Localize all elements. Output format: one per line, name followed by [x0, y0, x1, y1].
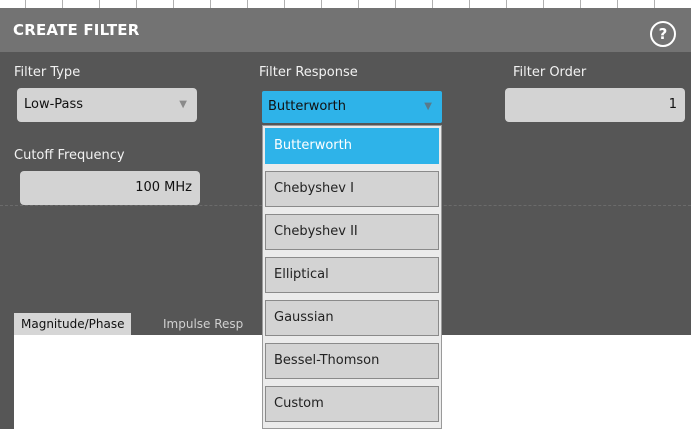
chevron-down-icon: ▼ [424, 101, 432, 112]
dialog-title: CREATE FILTER [13, 21, 140, 39]
option-gaussian[interactable]: Gaussian [265, 300, 439, 336]
option-chebyshev-ii[interactable]: Chebyshev II [265, 214, 439, 250]
tab-impulse-response[interactable]: Impulse Resp [163, 313, 243, 335]
top-ruler [0, 0, 691, 8]
cutoff-frequency-label: Cutoff Frequency [14, 148, 125, 163]
filter-order-input[interactable]: 1 [505, 88, 685, 122]
option-bessel-thomson[interactable]: Bessel-Thomson [265, 343, 439, 379]
help-icon[interactable]: ? [650, 21, 676, 47]
filter-response-select[interactable]: Butterworth ▼ [262, 91, 442, 123]
cutoff-frequency-input[interactable]: 100 MHz [20, 171, 200, 205]
filter-type-label: Filter Type [14, 65, 81, 80]
filter-response-label: Filter Response [259, 65, 358, 80]
tab-magnitude-phase[interactable]: Magnitude/Phase [14, 313, 132, 335]
title-bar: CREATE FILTER ? [0, 8, 691, 52]
option-butterworth[interactable]: Butterworth [265, 128, 439, 164]
option-custom[interactable]: Custom [265, 386, 439, 422]
filter-order-label: Filter Order [513, 65, 587, 80]
filter-response-value: Butterworth [268, 99, 346, 114]
cutoff-frequency-value: 100 MHz [135, 180, 192, 195]
filter-response-dropdown: Butterworth Chebyshev I Chebyshev II Ell… [262, 125, 442, 429]
option-elliptical[interactable]: Elliptical [265, 257, 439, 293]
filter-type-value: Low-Pass [24, 97, 84, 112]
filter-order-value: 1 [668, 97, 677, 112]
chevron-down-icon: ▼ [179, 99, 187, 110]
filter-type-select[interactable]: Low-Pass ▼ [17, 88, 197, 122]
option-chebyshev-i[interactable]: Chebyshev I [265, 171, 439, 207]
create-filter-dialog: CREATE FILTER ? Filter Type Low-Pass ▼ F… [0, 0, 691, 429]
